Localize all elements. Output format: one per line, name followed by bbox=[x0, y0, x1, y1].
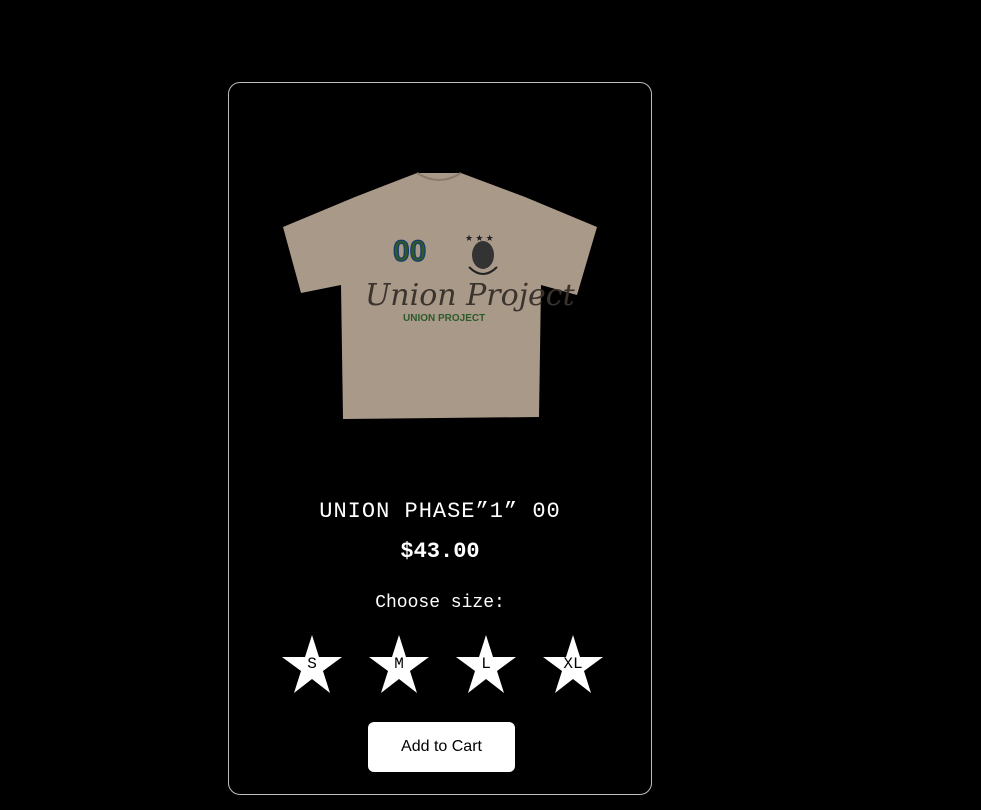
shirt-small-print: UNION PROJECT bbox=[403, 313, 485, 324]
add-to-cart-button[interactable]: Add to Cart bbox=[368, 722, 515, 772]
product-price: $43.00 bbox=[400, 539, 480, 564]
size-option-l[interactable]: L bbox=[455, 633, 517, 695]
product-image: 00 ★ ★ ★ Union Project UNION PROJECT bbox=[283, 172, 597, 419]
size-option-label: XL bbox=[563, 655, 583, 673]
size-selector: S M L XL bbox=[281, 633, 603, 695]
size-option-xl[interactable]: XL bbox=[542, 633, 604, 695]
size-option-label: S bbox=[307, 655, 317, 673]
size-option-m[interactable]: M bbox=[368, 633, 430, 695]
shirt-script-print: Union Project bbox=[365, 278, 576, 313]
svg-text:★ ★ ★: ★ ★ ★ bbox=[465, 233, 494, 243]
size-option-label: L bbox=[481, 655, 491, 673]
size-option-s[interactable]: S bbox=[281, 633, 343, 695]
size-label: Choose size: bbox=[375, 593, 505, 613]
product-name: UNION PHASE”1” 00 bbox=[319, 499, 561, 524]
product-card: 00 ★ ★ ★ Union Project UNION PROJECT UNI… bbox=[228, 82, 652, 795]
shirt-number-print: 00 bbox=[393, 235, 426, 268]
size-option-label: M bbox=[394, 655, 404, 673]
